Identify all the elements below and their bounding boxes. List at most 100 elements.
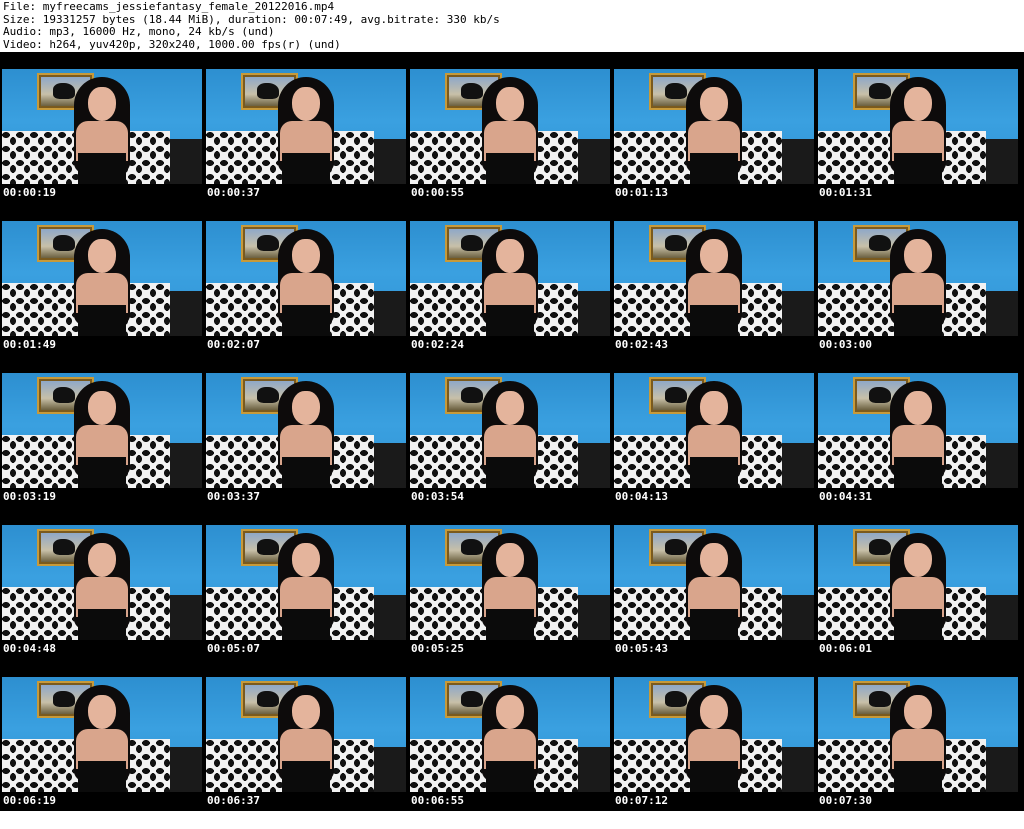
thumbnail-cell: 00:03:00 xyxy=(818,221,1022,373)
black-top xyxy=(486,457,534,488)
thumbnail-cell: 00:06:01 xyxy=(818,525,1022,677)
black-top xyxy=(690,761,738,792)
file-info-header: File: myfreecams_jessiefantasy_female_20… xyxy=(0,0,1024,52)
video-frame xyxy=(410,373,610,488)
person-figure xyxy=(274,229,338,336)
black-top xyxy=(78,457,126,488)
person-figure xyxy=(886,381,950,488)
black-top xyxy=(78,305,126,336)
couch-shadow xyxy=(374,139,406,184)
person-figure xyxy=(274,685,338,792)
face xyxy=(496,543,524,577)
couch-shadow xyxy=(782,291,814,336)
video-frame xyxy=(410,525,610,640)
face xyxy=(700,87,728,121)
couch-shadow xyxy=(782,139,814,184)
thumbnail-cell: 00:04:31 xyxy=(818,373,1022,525)
black-top xyxy=(690,153,738,184)
video-frame xyxy=(2,221,202,336)
thumbnail-cell: 00:04:48 xyxy=(2,525,206,677)
video-frame xyxy=(2,525,202,640)
couch-shadow xyxy=(986,747,1018,792)
person-figure xyxy=(682,685,746,792)
video-frame xyxy=(614,525,814,640)
face xyxy=(88,391,116,425)
person-figure xyxy=(478,229,542,336)
couch-shadow xyxy=(374,291,406,336)
frame-timestamp: 00:00:55 xyxy=(411,186,464,199)
frame-timestamp: 00:06:37 xyxy=(207,794,260,807)
frame-timestamp: 00:01:13 xyxy=(615,186,668,199)
frame-timestamp: 00:02:07 xyxy=(207,338,260,351)
person-figure xyxy=(886,77,950,184)
couch-shadow xyxy=(782,443,814,488)
face xyxy=(496,391,524,425)
frame-timestamp: 00:04:48 xyxy=(3,642,56,655)
frame-timestamp: 00:03:19 xyxy=(3,490,56,503)
frame-timestamp: 00:05:43 xyxy=(615,642,668,655)
video-info-line: Video: h264, yuv420p, 320x240, 1000.00 f… xyxy=(3,37,341,51)
black-top xyxy=(894,305,942,336)
face xyxy=(496,695,524,729)
face xyxy=(88,695,116,729)
video-frame xyxy=(818,677,1018,792)
thumbnail-cell: 00:00:19 xyxy=(2,69,206,221)
person-figure xyxy=(478,533,542,640)
frame-timestamp: 00:03:54 xyxy=(411,490,464,503)
video-frame xyxy=(614,373,814,488)
thumbnail-cell: 00:02:43 xyxy=(614,221,818,373)
person-figure xyxy=(274,77,338,184)
video-frame xyxy=(206,221,406,336)
face xyxy=(904,543,932,577)
face xyxy=(496,87,524,121)
video-frame xyxy=(818,221,1018,336)
person-figure xyxy=(70,229,134,336)
thumbnail-cell: 00:05:25 xyxy=(410,525,614,677)
person-figure xyxy=(478,685,542,792)
face xyxy=(88,87,116,121)
couch-shadow xyxy=(170,747,202,792)
face xyxy=(88,543,116,577)
black-top xyxy=(282,305,330,336)
video-frame xyxy=(818,525,1018,640)
video-frame xyxy=(614,677,814,792)
video-frame xyxy=(818,373,1018,488)
person-figure xyxy=(886,533,950,640)
frame-timestamp: 00:04:13 xyxy=(615,490,668,503)
face xyxy=(904,391,932,425)
thumbnail-cell: 00:07:30 xyxy=(818,677,1022,829)
person-figure xyxy=(274,533,338,640)
couch-shadow xyxy=(374,747,406,792)
couch-shadow xyxy=(170,443,202,488)
person-figure xyxy=(478,381,542,488)
couch-shadow xyxy=(986,291,1018,336)
face xyxy=(292,695,320,729)
black-top xyxy=(282,609,330,640)
frame-timestamp: 00:04:31 xyxy=(819,490,872,503)
person-figure xyxy=(886,685,950,792)
frame-timestamp: 00:00:19 xyxy=(3,186,56,199)
person-figure xyxy=(682,533,746,640)
frame-timestamp: 00:00:37 xyxy=(207,186,260,199)
person-figure xyxy=(70,77,134,184)
face xyxy=(700,695,728,729)
person-figure xyxy=(682,381,746,488)
face xyxy=(904,87,932,121)
thumbnail-cell: 00:05:43 xyxy=(614,525,818,677)
person-figure xyxy=(70,685,134,792)
person-figure xyxy=(682,229,746,336)
couch-shadow xyxy=(986,139,1018,184)
video-frame xyxy=(410,221,610,336)
video-frame xyxy=(2,677,202,792)
face xyxy=(700,391,728,425)
face xyxy=(292,87,320,121)
thumbnail-grid: 00:00:19 00:00:37 00:00:55 00:01:13 00:01:31… xyxy=(2,69,1022,829)
video-frame xyxy=(614,221,814,336)
black-top xyxy=(486,153,534,184)
couch-shadow xyxy=(782,747,814,792)
black-top xyxy=(78,609,126,640)
black-top xyxy=(894,609,942,640)
black-top xyxy=(486,305,534,336)
person-figure xyxy=(478,77,542,184)
thumbnail-cell: 00:00:55 xyxy=(410,69,614,221)
